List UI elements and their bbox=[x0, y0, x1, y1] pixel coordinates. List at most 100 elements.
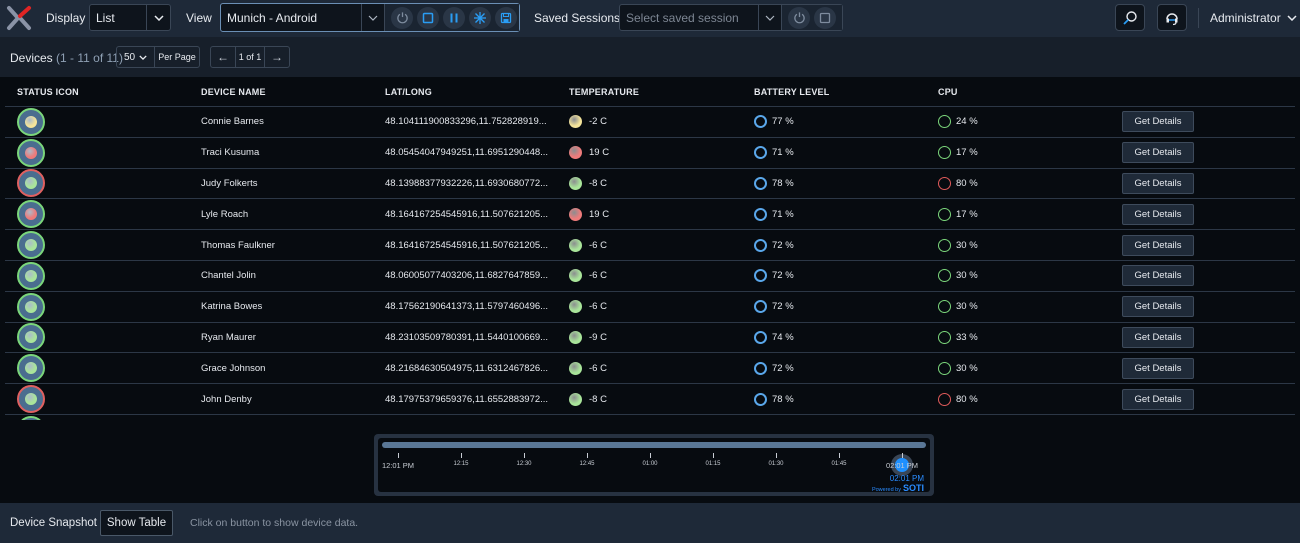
table-row[interactable]: John Denby 48.17975379659376,11.655288397… bbox=[5, 384, 1295, 415]
per-page-label: Per Page bbox=[158, 52, 196, 62]
battery-indicator-icon bbox=[754, 300, 767, 314]
display-select[interactable]: List bbox=[89, 4, 171, 31]
view-value[interactable]: Munich - Android bbox=[221, 11, 361, 25]
cpu-value: 80 % bbox=[956, 393, 978, 405]
get-details-button[interactable]: Get Details bbox=[1122, 357, 1194, 379]
battery-indicator-icon bbox=[754, 176, 767, 190]
power-icon[interactable] bbox=[788, 6, 810, 29]
header-battery-level[interactable]: BATTERY LEVEL bbox=[754, 87, 829, 97]
prev-page-icon[interactable]: ← bbox=[211, 47, 235, 67]
chevron-down-icon[interactable] bbox=[758, 5, 782, 30]
timeline-panel: 02:01 PM Powered by SOTI 12:01 PM 12:15 12… bbox=[374, 434, 934, 496]
pause-icon[interactable] bbox=[443, 6, 465, 29]
timeline-tick bbox=[650, 453, 651, 458]
table-row[interactable]: Lyle Roach 48.164167254545916,11.50762120… bbox=[5, 199, 1295, 231]
snowflake-icon[interactable] bbox=[469, 6, 491, 29]
status-icon bbox=[17, 107, 45, 136]
temperature-indicator-icon bbox=[569, 207, 582, 221]
battery-value: 71 % bbox=[772, 147, 794, 159]
timeline-tick-label: 12:45 bbox=[579, 461, 595, 467]
get-details-button[interactable]: Get Details bbox=[1122, 203, 1194, 225]
table-row[interactable]: Thomas Faulkner 48.164167254545916,11.507… bbox=[5, 230, 1295, 261]
per-page-value[interactable]: 50 bbox=[117, 47, 155, 67]
battery-value: 72 % bbox=[772, 270, 794, 282]
devices-count: (1 - 11 of 11) bbox=[56, 51, 123, 65]
status-dot bbox=[25, 177, 37, 190]
cpu-value: 33 % bbox=[956, 331, 978, 343]
status-dot bbox=[25, 393, 37, 406]
battery-value: 72 % bbox=[772, 239, 794, 251]
device-snapshot-label: Device Snapshot bbox=[10, 517, 97, 529]
chevron-down-icon[interactable] bbox=[146, 5, 170, 30]
header-cpu[interactable]: CPU bbox=[938, 87, 958, 97]
battery-value: 77 % bbox=[772, 116, 794, 128]
stop-icon[interactable] bbox=[417, 6, 439, 29]
devices-table: STATUS ICON DEVICE NAME LAT/LONG TEMPERA… bbox=[5, 77, 1295, 420]
next-page-icon[interactable]: → bbox=[265, 47, 289, 67]
header-device-name[interactable]: DEVICE NAME bbox=[201, 87, 266, 97]
table-header: STATUS ICON DEVICE NAME LAT/LONG TEMPERA… bbox=[5, 77, 1295, 107]
cpu-value: 17 % bbox=[956, 208, 978, 220]
get-details-button[interactable]: Get Details bbox=[1122, 111, 1194, 133]
device-name: John Denby bbox=[201, 393, 252, 405]
device-name: Connie Barnes bbox=[201, 116, 264, 128]
get-details-button[interactable]: Get Details bbox=[1122, 142, 1194, 164]
hint-text: Click on button to show device data. bbox=[190, 517, 359, 529]
device-name: Traci Kusuma bbox=[201, 147, 260, 159]
table-row[interactable]: Judy Folkerts 48.13988377932226,11.693068… bbox=[5, 169, 1295, 200]
stop-icon[interactable] bbox=[814, 6, 836, 29]
table-row[interactable]: Traci Kusuma 48.05454047949251,11.6951290… bbox=[5, 138, 1295, 169]
view-select-group: Munich - Android bbox=[220, 3, 520, 32]
timeline-tick-label: 12:30 bbox=[516, 461, 532, 467]
save-icon[interactable] bbox=[495, 6, 517, 29]
search-button[interactable] bbox=[1115, 4, 1145, 31]
lat-long: 48.05454047949251,11.6951290448... bbox=[385, 147, 549, 159]
support-button[interactable] bbox=[1157, 4, 1187, 31]
table-row[interactable]: Ryan Maurer 48.23103509780391,11.54401006… bbox=[5, 323, 1295, 354]
table-row[interactable]: Chantel Jolin 48.06005077403206,11.682764… bbox=[5, 261, 1295, 292]
user-menu[interactable]: Administrator bbox=[1210, 11, 1297, 25]
per-page-select[interactable]: 50 Per Page bbox=[116, 46, 200, 68]
device-name: Chantel Jolin bbox=[201, 270, 256, 282]
lat-long: 48.164167254545916,11.507621205... bbox=[385, 239, 549, 251]
table-row[interactable]: Grace Johnson 48.21684630504975,11.631246… bbox=[5, 353, 1295, 385]
power-icon[interactable] bbox=[391, 6, 413, 29]
temperature-indicator-icon bbox=[569, 269, 582, 283]
saved-session-select[interactable]: Select saved session bbox=[620, 11, 758, 25]
get-details-button[interactable]: Get Details bbox=[1122, 388, 1194, 410]
table-row[interactable]: Connie Barnes 48.104111900833296,11.75282… bbox=[5, 107, 1295, 138]
status-icon bbox=[17, 231, 45, 260]
cpu-indicator-icon bbox=[938, 176, 951, 190]
show-table-button[interactable]: Show Table bbox=[100, 510, 173, 536]
get-details-button[interactable]: Get Details bbox=[1122, 326, 1194, 348]
get-details-button[interactable]: Get Details bbox=[1122, 296, 1194, 318]
display-label: Display bbox=[46, 11, 86, 25]
header-status-icon[interactable]: STATUS ICON bbox=[17, 87, 79, 97]
timeline-tick-label: 01:15 bbox=[705, 461, 721, 467]
cpu-value: 30 % bbox=[956, 270, 978, 282]
header-lat-long[interactable]: LAT/LONG bbox=[385, 87, 432, 97]
devices-label: Devices bbox=[10, 51, 53, 65]
temperature-value: -9 C bbox=[589, 331, 607, 343]
battery-indicator-icon bbox=[754, 330, 767, 344]
temperature-value: -8 C bbox=[589, 393, 607, 405]
cpu-value: 24 % bbox=[956, 116, 978, 128]
chevron-down-icon[interactable] bbox=[361, 4, 385, 31]
header-temperature[interactable]: TEMPERATURE bbox=[569, 87, 639, 97]
cpu-value: 30 % bbox=[956, 362, 978, 374]
timeline-tick bbox=[524, 453, 525, 458]
battery-indicator-icon bbox=[754, 115, 767, 129]
table-row-partial bbox=[5, 415, 1295, 420]
app-logo-icon[interactable] bbox=[6, 5, 32, 31]
timeline-track[interactable] bbox=[382, 442, 926, 448]
devices-heading: Devices (1 - 11 of 11) bbox=[10, 51, 123, 65]
device-name: Thomas Faulkner bbox=[201, 239, 275, 251]
battery-indicator-icon bbox=[754, 146, 767, 160]
get-details-button[interactable]: Get Details bbox=[1122, 172, 1194, 194]
get-details-button[interactable]: Get Details bbox=[1122, 234, 1194, 256]
device-name: Grace Johnson bbox=[201, 362, 266, 374]
get-details-button[interactable]: Get Details bbox=[1122, 265, 1194, 287]
temperature-value: -6 C bbox=[589, 301, 607, 313]
table-row[interactable]: Katrina Bowes 48.17562190641373,11.579746… bbox=[5, 292, 1295, 323]
temperature-indicator-icon bbox=[569, 300, 582, 314]
